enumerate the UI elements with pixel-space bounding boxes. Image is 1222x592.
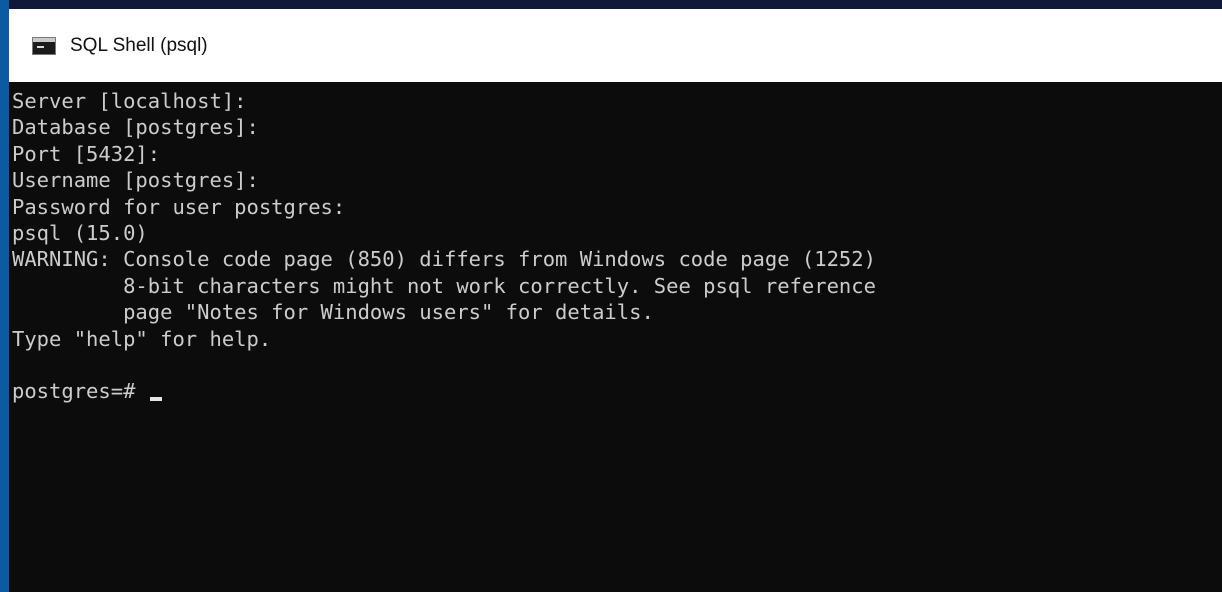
desktop-background-left: [0, 0, 9, 592]
console-line: psql (15.0): [12, 220, 148, 245]
prompt-text: postgres=#: [12, 379, 148, 404]
console-window-icon[interactable]: [32, 36, 56, 55]
console-line: Password for user postgres:: [12, 194, 346, 219]
console-line: Database [postgres]:: [12, 115, 259, 140]
command-prompt[interactable]: postgres=#: [12, 378, 1222, 404]
sql-shell-window: SQL Shell (psql) Server [localhost]: Dat…: [9, 9, 1222, 592]
text-cursor: [149, 396, 162, 401]
console-line: WARNING: Console code page (850) differs…: [12, 247, 876, 272]
console-line: 8-bit characters might not work correctl…: [12, 273, 876, 298]
console-line: page "Notes for Windows users" for detai…: [12, 300, 654, 325]
console-line: Username [postgres]:: [12, 168, 259, 193]
title-bar[interactable]: SQL Shell (psql): [9, 9, 1222, 82]
console-output[interactable]: Server [localhost]: Database [postgres]:…: [9, 82, 1222, 592]
console-line: Type "help" for help.: [12, 326, 272, 351]
console-line: Server [localhost]:: [12, 89, 247, 113]
desktop: SQL Shell (psql) Server [localhost]: Dat…: [0, 0, 1222, 592]
desktop-background-top: [0, 0, 1222, 9]
console-line: Port [5432]:: [12, 141, 161, 166]
window-title: SQL Shell (psql): [70, 34, 208, 56]
